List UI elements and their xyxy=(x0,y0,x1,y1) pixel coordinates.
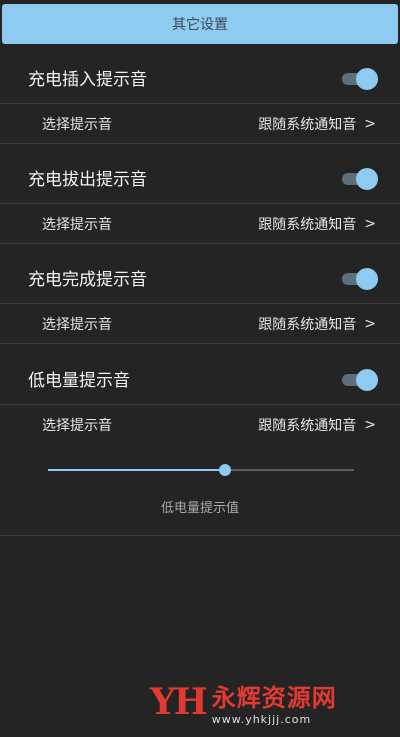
sound-value-text: 跟随系统通知音 xyxy=(258,216,357,233)
sound-value: 跟随系统通知音 > xyxy=(258,415,376,435)
choose-sound-label: 选择提示音 xyxy=(42,116,112,133)
choose-sound-label: 选择提示音 xyxy=(42,316,112,333)
slider-caption: 低电量提示值 xyxy=(160,501,239,516)
toggle-knob xyxy=(356,67,378,90)
charge-complete-choose-sound-row[interactable]: 选择提示音 跟随系统通知音 > xyxy=(0,304,400,344)
watermark: YH 永辉资源网 www.yhkjjj.com xyxy=(150,678,337,726)
charge-plug-in-choose-sound-row[interactable]: 选择提示音 跟随系统通知音 > xyxy=(0,104,400,144)
chevron-right-icon: > xyxy=(364,315,376,332)
charge-plug-in-toggle[interactable] xyxy=(342,67,378,90)
choose-sound-label: 选择提示音 xyxy=(42,216,112,233)
toggle-knob xyxy=(356,167,378,190)
setting-label: 低电量提示音 xyxy=(28,371,130,391)
sound-value: 跟随系统通知音 > xyxy=(258,114,376,134)
slider-thumb[interactable] xyxy=(219,464,232,476)
watermark-logo: YH xyxy=(150,681,208,723)
setting-label: 充电插入提示音 xyxy=(28,70,147,90)
low-battery-sound-row[interactable]: 低电量提示音 xyxy=(0,353,400,405)
charge-unplug-toggle[interactable] xyxy=(342,167,378,190)
charge-unplug-sound-row[interactable]: 充电拔出提示音 xyxy=(0,152,400,204)
watermark-name: 永辉资源网 xyxy=(211,684,337,712)
chevron-right-icon: > xyxy=(364,417,376,433)
sound-value: 跟随系统通知音 > xyxy=(258,214,376,234)
page-header: 其它设置 xyxy=(2,4,398,44)
sound-value: 跟随系统通知音 > xyxy=(258,314,376,334)
watermark-url: www.yhkjjj.com xyxy=(211,713,312,726)
watermark-text: 永辉资源网 www.yhkjjj.com xyxy=(212,678,337,726)
setting-label: 充电完成提示音 xyxy=(28,270,147,290)
sound-value-text: 跟随系统通知音 xyxy=(258,116,357,133)
divider xyxy=(0,535,400,536)
charge-plug-in-sound-row[interactable]: 充电插入提示音 xyxy=(0,52,400,104)
low-battery-threshold-slider[interactable] xyxy=(48,462,354,478)
charge-complete-toggle[interactable] xyxy=(342,267,378,290)
setting-label: 充电拔出提示音 xyxy=(28,170,147,190)
low-battery-choose-sound-row[interactable]: 选择提示音 跟随系统通知音 > xyxy=(0,405,400,445)
charge-unplug-choose-sound-row[interactable]: 选择提示音 跟随系统通知音 > xyxy=(0,204,400,244)
toggle-knob xyxy=(356,267,378,290)
toggle-knob xyxy=(356,368,378,391)
sound-value-text: 跟随系统通知音 xyxy=(258,316,357,333)
chevron-right-icon: > xyxy=(364,115,376,132)
page-title: 其它设置 xyxy=(172,17,228,33)
choose-sound-label: 选择提示音 xyxy=(42,418,112,434)
low-battery-toggle[interactable] xyxy=(342,368,378,391)
sound-value-text: 跟随系统通知音 xyxy=(258,418,357,434)
slider-fill xyxy=(48,469,226,471)
chevron-right-icon: > xyxy=(364,215,376,232)
charge-complete-sound-row[interactable]: 充电完成提示音 xyxy=(0,252,400,304)
